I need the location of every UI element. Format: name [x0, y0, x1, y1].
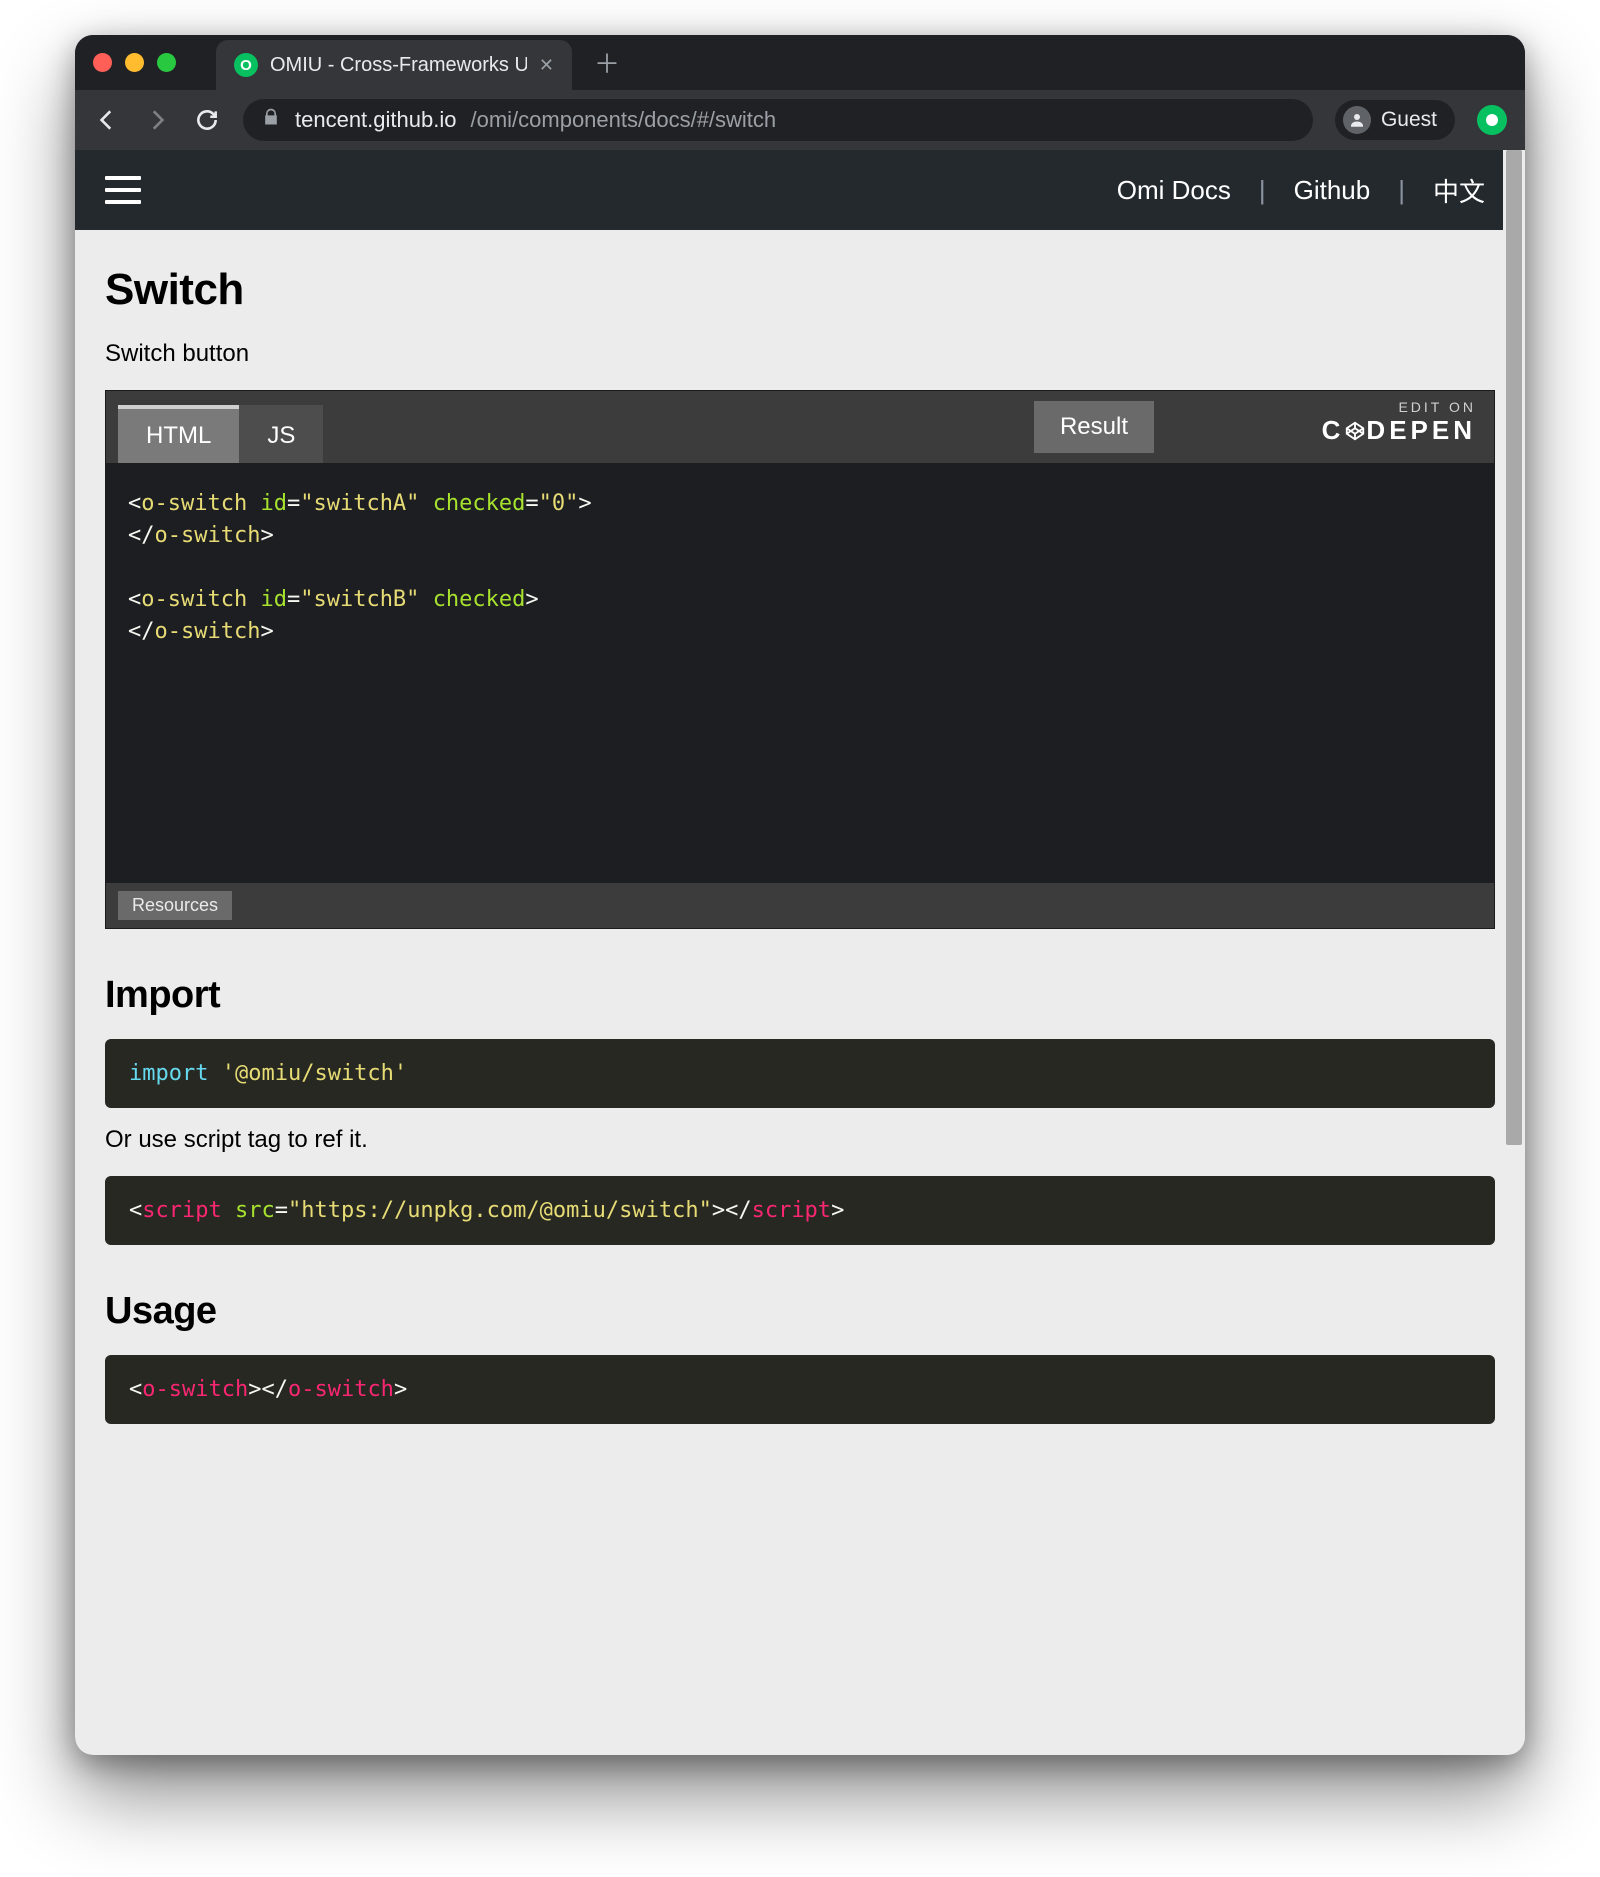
menu-button[interactable]	[105, 176, 141, 204]
traffic-lights	[93, 53, 176, 72]
codepen-tab-js[interactable]: JS	[239, 405, 323, 463]
codepen-footer: Resources	[106, 883, 1494, 928]
forward-button[interactable]	[143, 107, 171, 133]
codepen-result-button[interactable]: Result	[1034, 401, 1154, 453]
page-title: Switch	[105, 265, 1495, 315]
codepen-toolbar: HTML JS Result EDIT ON CDEPEN	[106, 391, 1494, 463]
window-titlebar: O OMIU - Cross-Frameworks UI F ✕ ＋	[75, 35, 1525, 90]
profile-avatar-icon	[1343, 106, 1371, 134]
heading-usage: Usage	[105, 1290, 1495, 1333]
url-host: tencent.github.io	[295, 107, 456, 133]
codepen-brand[interactable]: EDIT ON CDEPEN	[1322, 399, 1476, 446]
close-tab-icon[interactable]: ✕	[539, 55, 554, 76]
profile-chip[interactable]: Guest	[1335, 100, 1455, 140]
menu-icon	[105, 176, 141, 180]
header-links: Omi Docs | Github | 中文	[1107, 172, 1495, 209]
tab-title: OMIU - Cross-Frameworks UI F	[270, 54, 527, 77]
code-import[interactable]: import '@omiu/switch'	[105, 1039, 1495, 1108]
new-tab-button[interactable]: ＋	[594, 44, 620, 81]
browser-tab[interactable]: O OMIU - Cross-Frameworks UI F ✕	[216, 40, 572, 90]
reload-button[interactable]	[193, 107, 221, 133]
address-bar[interactable]: tencent.github.io/omi/components/docs/#/…	[243, 99, 1313, 141]
import-note: Or use script tag to ref it.	[105, 1126, 1495, 1154]
url-path: /omi/components/docs/#/switch	[470, 107, 776, 133]
nav-chinese[interactable]: 中文	[1423, 172, 1495, 209]
nav-github[interactable]: Github	[1284, 175, 1381, 206]
browser-window: O OMIU - Cross-Frameworks UI F ✕ ＋ tence…	[75, 35, 1525, 1755]
codepen-embed: HTML JS Result EDIT ON CDEPEN <o-switch …	[105, 390, 1495, 929]
nav-omi-docs[interactable]: Omi Docs	[1107, 175, 1241, 206]
extension-icon[interactable]	[1477, 105, 1507, 135]
page-subtitle: Switch button	[105, 340, 1495, 368]
codepen-edit-on-label: EDIT ON	[1322, 399, 1476, 415]
profile-label: Guest	[1381, 108, 1437, 132]
scroll-thumb[interactable]	[1506, 150, 1522, 1145]
site-header: Omi Docs | Github | 中文	[75, 150, 1525, 230]
maximize-window-button[interactable]	[157, 53, 176, 72]
heading-import: Import	[105, 974, 1495, 1017]
close-window-button[interactable]	[93, 53, 112, 72]
codepen-tab-html[interactable]: HTML	[118, 405, 239, 463]
page-viewport: Omi Docs | Github | 中文 Switch Switch but…	[75, 150, 1525, 1755]
codepen-logo: CDEPEN	[1322, 415, 1476, 446]
vertical-scrollbar[interactable]	[1503, 150, 1525, 1755]
page-content: Switch Switch button HTML JS Result EDIT…	[75, 230, 1525, 1472]
minimize-window-button[interactable]	[125, 53, 144, 72]
browser-toolbar: tencent.github.io/omi/components/docs/#/…	[75, 90, 1525, 151]
back-button[interactable]	[93, 107, 121, 133]
code-usage[interactable]: <o-switch></o-switch>	[105, 1355, 1495, 1424]
code-script-tag[interactable]: <script src="https://unpkg.com/@omiu/swi…	[105, 1176, 1495, 1245]
codepen-code-panel[interactable]: <o-switch id="switchA" checked="0"> </o-…	[106, 463, 1494, 883]
codepen-resources-button[interactable]: Resources	[118, 891, 232, 920]
lock-icon	[261, 107, 281, 133]
favicon-icon: O	[234, 53, 258, 77]
